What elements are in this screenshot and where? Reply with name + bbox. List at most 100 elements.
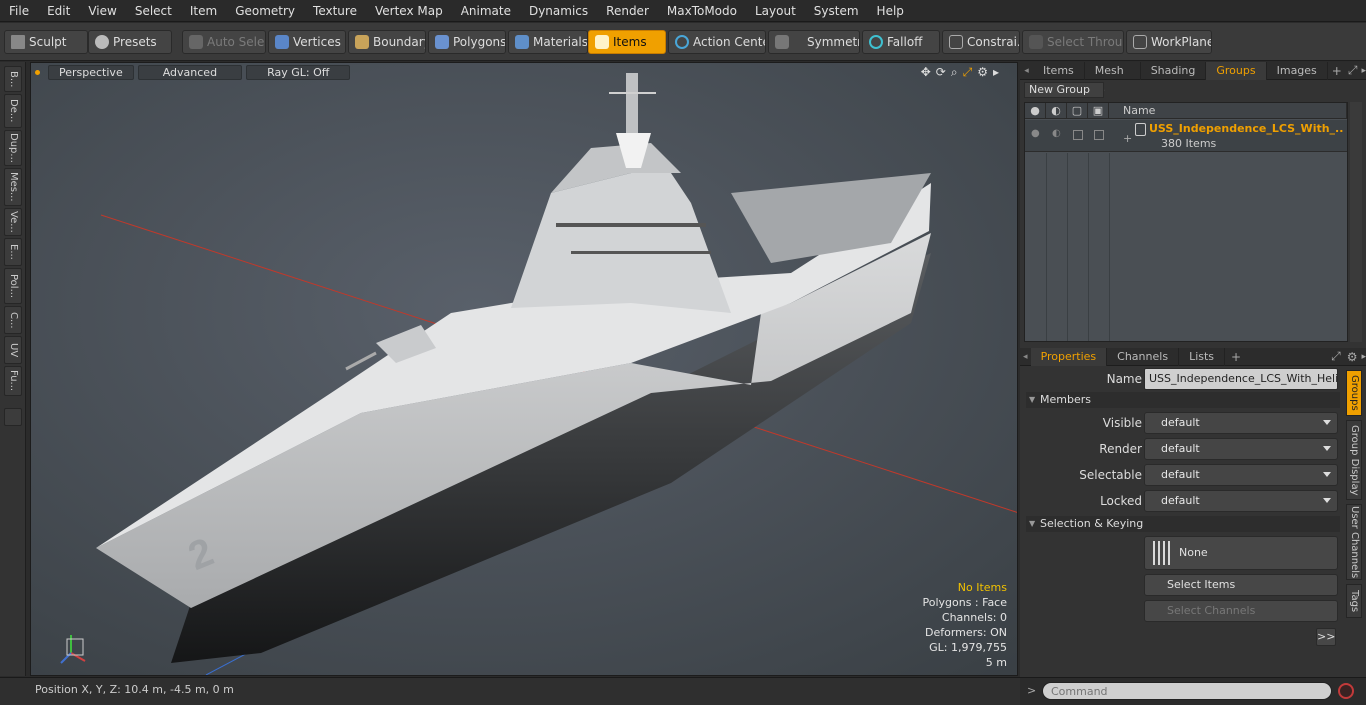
menu-view[interactable]: View	[79, 0, 125, 22]
visibility-column-icon[interactable]: ●	[1025, 103, 1046, 118]
row-visibility-icon[interactable]: ●	[1031, 128, 1040, 139]
keying-none-button[interactable]: None	[1144, 536, 1338, 570]
visible-dropdown[interactable]: default	[1144, 412, 1338, 434]
auto-select-button[interactable]: Auto Select	[182, 30, 266, 54]
workplane-button[interactable]: WorkPlane	[1126, 30, 1212, 54]
panel-arrow-icon[interactable]: ▸	[1361, 66, 1366, 76]
add-tab-icon[interactable]: +	[1332, 64, 1342, 78]
materials-button[interactable]: Materials	[508, 30, 588, 54]
menu-dynamics[interactable]: Dynamics	[520, 0, 597, 22]
boundary-button[interactable]: Boundary	[348, 30, 426, 54]
side-tab-groups[interactable]: Groups	[1346, 370, 1362, 416]
raygl-button[interactable]: Ray GL: Off	[246, 64, 351, 80]
left-tab-mesh[interactable]: Mes...	[4, 168, 22, 206]
tab-groups[interactable]: Groups	[1206, 61, 1267, 80]
falloff-button[interactable]: Falloff	[862, 30, 940, 54]
tab-properties[interactable]: Properties	[1030, 347, 1108, 366]
menu-geometry[interactable]: Geometry	[226, 0, 304, 22]
menu-file[interactable]: File	[0, 0, 38, 22]
left-tab-vertex[interactable]: Ve...	[4, 208, 22, 236]
3d-viewport[interactable]: 2 Perspective Advanced Ray GL: Off ✥ ⟳ ⌕…	[30, 62, 1018, 676]
name-column-header[interactable]: Name	[1109, 103, 1347, 118]
select-through-icon	[1029, 35, 1043, 49]
left-tab-basic[interactable]: B...	[4, 66, 22, 92]
tab-mesh[interactable]: Mesh ...	[1085, 61, 1141, 94]
viewport-dot-icon	[35, 69, 40, 75]
select-channels-button[interactable]: Select Channels	[1144, 600, 1338, 622]
tab-shading[interactable]: Shading	[1141, 61, 1207, 80]
members-section-header[interactable]: ▼ Members	[1026, 392, 1340, 408]
tab-lists[interactable]: Lists	[1179, 347, 1226, 366]
shading-mode-button[interactable]: Advanced	[137, 64, 243, 80]
name-field[interactable]: USS_Independence_LCS_With_Helico	[1144, 368, 1338, 390]
select-column-icon[interactable]: ▢	[1067, 103, 1088, 118]
viewport-settings-icon[interactable]: ⚙	[977, 65, 988, 80]
side-tab-user-channels[interactable]: User Channels	[1346, 504, 1362, 580]
add-tab-icon[interactable]: +	[1231, 350, 1241, 364]
presets-button[interactable]: Presets	[88, 30, 172, 54]
menu-item[interactable]: Item	[181, 0, 226, 22]
vertices-button[interactable]: Vertices1	[268, 30, 346, 54]
menu-vertex-map[interactable]: Vertex Map	[366, 0, 452, 22]
menu-animate[interactable]: Animate	[452, 0, 520, 22]
group-expand-icon[interactable]: +	[1123, 132, 1132, 145]
left-tab-deform[interactable]: De...	[4, 94, 22, 128]
menu-system[interactable]: System	[805, 0, 868, 22]
side-tab-tags[interactable]: Tags	[1346, 584, 1362, 618]
tab-items[interactable]: Items	[1033, 61, 1085, 80]
render-column-icon[interactable]: ◐	[1046, 103, 1067, 118]
menu-render[interactable]: Render	[597, 0, 658, 22]
side-tab-group-display[interactable]: Group Display	[1346, 420, 1362, 500]
action-center-button[interactable]: Action Center	[668, 30, 766, 54]
left-tab-curve[interactable]: C...	[4, 306, 22, 334]
left-tab-edge[interactable]: E...	[4, 238, 22, 266]
stat-scale: 5 m	[985, 656, 1007, 669]
left-tab-duplicate[interactable]: Dup...	[4, 130, 22, 166]
chevron-down-icon	[1323, 420, 1331, 425]
row-lock-checkbox[interactable]	[1094, 130, 1104, 140]
select-items-button[interactable]: Select Items	[1144, 574, 1338, 596]
move-view-icon[interactable]: ✥	[921, 65, 931, 80]
group-list-scrollbar[interactable]	[1350, 102, 1362, 342]
view-mode-button[interactable]: Perspective	[48, 64, 134, 80]
left-tab-extra[interactable]	[4, 408, 22, 426]
menu-texture[interactable]: Texture	[304, 0, 366, 22]
expand-panel-icon[interactable]: ⤢	[1348, 63, 1358, 78]
stat-deformers: Deformers: ON	[925, 626, 1007, 639]
sculpt-button[interactable]: Sculpt	[4, 30, 88, 54]
items-button[interactable]: Items	[588, 30, 666, 54]
menu-maxtomodo[interactable]: MaxToModo	[658, 0, 746, 22]
stat-polygons: Polygons : Face	[922, 596, 1007, 609]
locked-label: Locked	[1100, 494, 1142, 508]
render-dropdown[interactable]: default	[1144, 438, 1338, 460]
polygons-button[interactable]: Polygons	[428, 30, 506, 54]
left-tab-polygon[interactable]: Pol...	[4, 268, 22, 304]
select-through-button[interactable]: Select Through	[1022, 30, 1124, 54]
menu-edit[interactable]: Edit	[38, 0, 79, 22]
viewport-expand-icon[interactable]: ▸	[993, 65, 999, 80]
maximize-view-icon[interactable]: ⤢	[963, 65, 973, 80]
selection-keying-section-header[interactable]: ▼ Selection & Keying	[1026, 516, 1340, 532]
left-tab-uv[interactable]: UV	[4, 336, 22, 364]
row-render-icon[interactable]: ◐	[1052, 128, 1061, 139]
menu-select[interactable]: Select	[126, 0, 181, 22]
record-icon[interactable]	[1338, 683, 1354, 699]
expand-panel-icon[interactable]: ⤢	[1331, 349, 1341, 364]
lock-column-icon[interactable]: ▣	[1088, 103, 1109, 118]
selectable-dropdown[interactable]: default	[1144, 464, 1338, 486]
menu-help[interactable]: Help	[868, 0, 913, 22]
locked-dropdown[interactable]: default	[1144, 490, 1338, 512]
group-row[interactable]: ● ◐ + USS_Independence_LCS_With_... 380 …	[1025, 120, 1347, 152]
menu-layout[interactable]: Layout	[746, 0, 805, 22]
row-select-checkbox[interactable]	[1073, 130, 1083, 140]
symmetry-button[interactable]: Symmetry	[768, 30, 860, 54]
more-button[interactable]: >>	[1316, 628, 1336, 646]
tab-channels[interactable]: Channels	[1107, 347, 1180, 366]
zoom-view-icon[interactable]: ⌕	[951, 65, 958, 80]
command-input[interactable]	[1042, 682, 1332, 700]
left-tab-fusion[interactable]: Fu...	[4, 366, 22, 396]
new-group-button[interactable]: New Group	[1024, 82, 1104, 98]
tab-images[interactable]: Images	[1267, 61, 1328, 80]
constraints-button[interactable]: Constrai...	[942, 30, 1020, 54]
rotate-view-icon[interactable]: ⟳	[936, 65, 946, 80]
